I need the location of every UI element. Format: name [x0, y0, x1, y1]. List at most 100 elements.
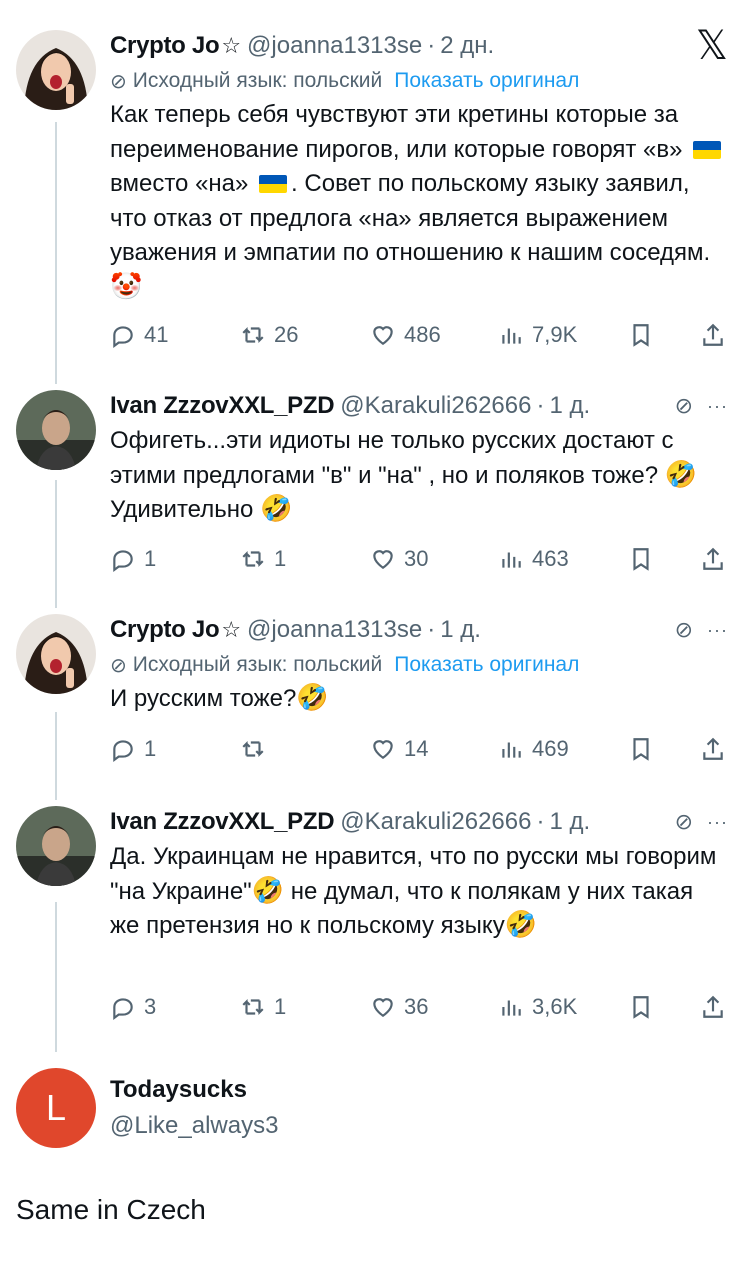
- views-count: 469: [532, 736, 569, 761]
- author-name[interactable]: Crypto Jo: [110, 32, 220, 60]
- separator-dot: ·: [427, 32, 436, 59]
- avatar-image: [16, 614, 96, 694]
- bookmark-button[interactable]: [628, 736, 688, 762]
- thread-line-3: [55, 712, 57, 800]
- bookmark-icon: [633, 548, 649, 571]
- bookmark-button[interactable]: [628, 546, 688, 572]
- reply-icon: [113, 998, 133, 1020]
- author-handle[interactable]: @joanna1313se: [247, 616, 422, 644]
- thread-line-4: [55, 902, 57, 1052]
- star-icon: ☆: [221, 33, 242, 58]
- avatar-image: [16, 30, 96, 110]
- like-button[interactable]: 30: [370, 546, 498, 572]
- timestamp[interactable]: 1 д.: [549, 808, 590, 836]
- author-name[interactable]: Crypto Jo: [110, 616, 220, 644]
- reply-count: 1: [144, 736, 157, 761]
- avatar[interactable]: [16, 806, 96, 886]
- reply-button[interactable]: 1: [110, 546, 240, 572]
- share-icon: [703, 547, 723, 570]
- retweet-button[interactable]: [240, 736, 370, 762]
- tweet-actions: 1 1 30 463: [110, 544, 726, 574]
- timestamp[interactable]: 1 д.: [440, 616, 481, 644]
- tweet-text: И русским тоже?🤣: [110, 682, 728, 717]
- tweet-actions: 41 26 486 7,9K: [110, 320, 726, 350]
- avatar[interactable]: [16, 30, 96, 110]
- retweet-icon: [242, 740, 264, 758]
- reply-button[interactable]: 1: [110, 736, 240, 762]
- show-original-link[interactable]: Показать оригинал: [394, 653, 579, 677]
- reply-count: 1: [144, 546, 157, 571]
- like-button[interactable]: 14: [370, 736, 498, 762]
- separator-dot: ·: [536, 392, 545, 419]
- retweet-count: 26: [274, 322, 299, 347]
- author-name[interactable]: Ivan ZzzovXXL_PZD: [110, 392, 335, 420]
- show-original-link[interactable]: Показать оригинал: [394, 69, 579, 93]
- timestamp[interactable]: 1 д.: [549, 392, 590, 420]
- share-button[interactable]: [700, 322, 726, 348]
- share-button[interactable]: [700, 546, 726, 572]
- author-handle[interactable]: @Karakuli262666: [340, 392, 531, 420]
- translation-label: Исходный язык: польский: [132, 653, 383, 676]
- analytics-icon: [502, 1000, 521, 1016]
- translation-label: Исходный язык: польский: [132, 69, 383, 92]
- ukraine-flag-icon: [693, 140, 722, 159]
- tweet-actions: 1 14 469: [110, 734, 726, 764]
- reply-button[interactable]: 3: [110, 994, 240, 1020]
- reply-icon: [113, 326, 133, 348]
- translate-icon: ⊘: [110, 70, 127, 93]
- grok-icon[interactable]: ⊘: [675, 393, 693, 419]
- rofl-emoji-icon: 🤣: [664, 458, 698, 489]
- x-logo-icon[interactable]: 𝕏: [696, 26, 728, 66]
- tweet-text: Офигеть...эти идиоты не только русских д…: [110, 424, 728, 528]
- share-button[interactable]: [700, 994, 726, 1020]
- grok-icon[interactable]: ⊘: [675, 809, 693, 835]
- tweet-actions: 3 1 36 3,6K: [110, 992, 726, 1022]
- text-part: И русским тоже?: [110, 685, 297, 712]
- separator-dot: ·: [536, 808, 545, 835]
- ukraine-flag-icon: [259, 175, 288, 193]
- bookmark-icon: [633, 996, 649, 1019]
- heart-icon: [373, 998, 393, 1017]
- avatar[interactable]: [16, 614, 96, 694]
- retweet-button[interactable]: 1: [240, 546, 370, 572]
- author-handle[interactable]: @Like_always3: [110, 1112, 278, 1140]
- rofl-emoji-icon: 🤣: [504, 909, 538, 939]
- more-options-icon[interactable]: ···: [707, 620, 728, 641]
- like-button[interactable]: 486: [370, 322, 498, 348]
- like-count: 14: [404, 736, 429, 761]
- like-button[interactable]: 36: [370, 994, 498, 1020]
- retweet-icon: [242, 998, 264, 1016]
- avatar[interactable]: L: [16, 1068, 96, 1148]
- views-button[interactable]: 469: [498, 736, 628, 762]
- separator-dot: ·: [427, 616, 436, 643]
- share-button[interactable]: [700, 736, 726, 762]
- views-button[interactable]: 7,9K: [498, 322, 628, 348]
- bookmark-icon: [633, 738, 649, 761]
- reply-icon: [113, 550, 133, 572]
- grok-icon[interactable]: ⊘: [675, 617, 693, 643]
- views-count: 7,9K: [532, 322, 578, 347]
- avatar[interactable]: [16, 390, 96, 470]
- more-options-icon[interactable]: ···: [707, 812, 728, 833]
- views-button[interactable]: 463: [498, 546, 628, 572]
- thread-line-2: [55, 480, 57, 608]
- retweet-button[interactable]: 26: [240, 322, 370, 348]
- author-handle[interactable]: @joanna1313se: [247, 32, 422, 60]
- bookmark-button[interactable]: [628, 322, 688, 348]
- reply-button[interactable]: 41: [110, 322, 240, 348]
- text-part: вместо «на»: [110, 170, 249, 197]
- like-count: 30: [404, 546, 429, 571]
- views-count: 3,6K: [532, 994, 578, 1019]
- like-count: 486: [404, 322, 441, 347]
- thread-line-1: [55, 122, 57, 384]
- author-name[interactable]: Todaysucks: [110, 1076, 247, 1104]
- retweet-icon: [242, 326, 264, 344]
- views-button[interactable]: 3,6K: [498, 994, 628, 1020]
- retweet-icon: [242, 550, 264, 568]
- author-name[interactable]: Ivan ZzzovXXL_PZD: [110, 808, 335, 836]
- retweet-button[interactable]: 1: [240, 994, 370, 1020]
- author-handle[interactable]: @Karakuli262666: [340, 808, 531, 836]
- timestamp[interactable]: 2 дн.: [440, 32, 494, 60]
- bookmark-button[interactable]: [628, 994, 688, 1020]
- more-options-icon[interactable]: ···: [707, 396, 728, 417]
